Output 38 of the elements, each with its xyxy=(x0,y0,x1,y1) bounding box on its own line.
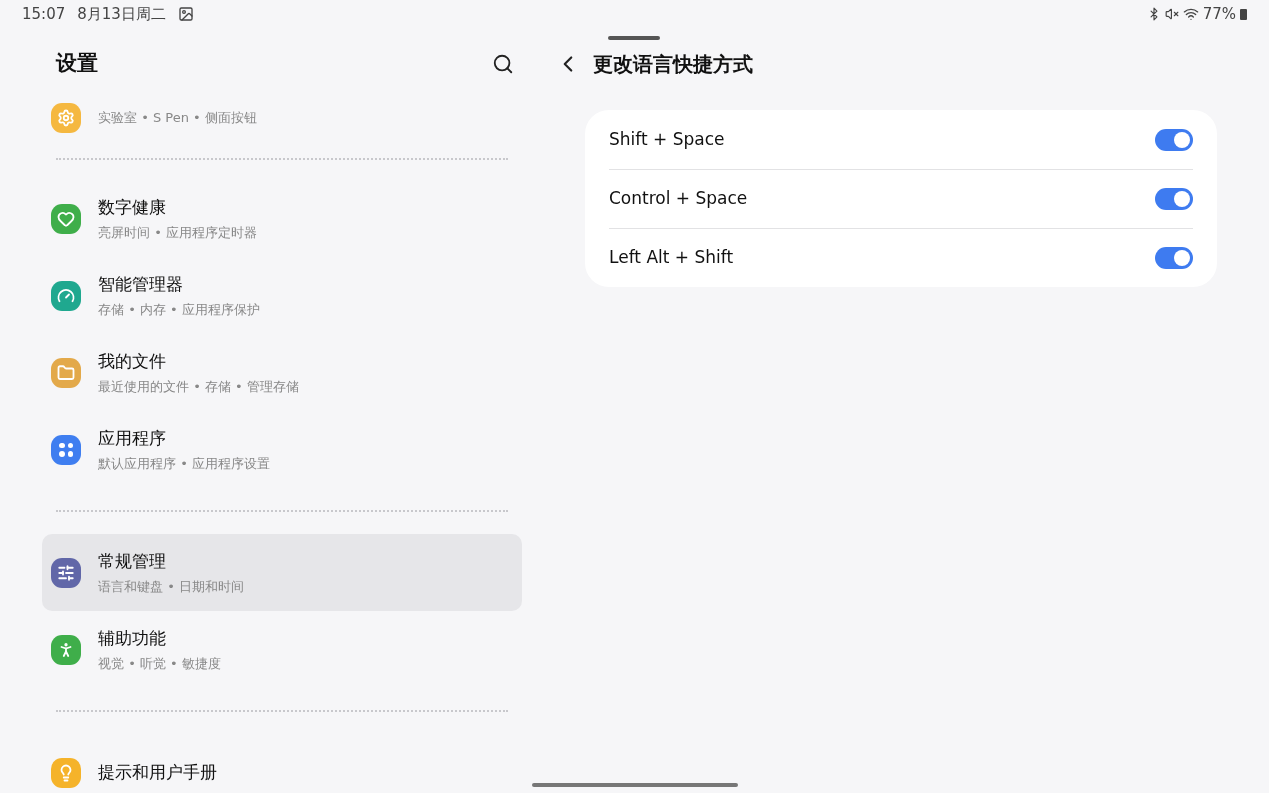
settings-item[interactable]: 常规管理 语言和键盘 • 日期和时间 xyxy=(42,534,522,611)
status-date: 8月13日周二 xyxy=(77,3,166,25)
toggle-switch[interactable] xyxy=(1155,247,1193,269)
item-title: 提示和用户手册 xyxy=(98,760,217,784)
sidebar-title: 设置 xyxy=(56,50,98,78)
item-subtitle: 视觉 • 听觉 • 敏捷度 xyxy=(98,655,221,673)
item-subtitle: 实验室 • S Pen • 侧面按钮 xyxy=(98,109,257,128)
item-title: 应用程序 xyxy=(98,426,167,450)
item-title: 我的文件 xyxy=(98,349,167,373)
shortcut-label: Left Alt + Shift xyxy=(609,246,734,270)
item-subtitle: 语言和键盘 • 日期和时间 xyxy=(98,578,244,596)
item-subtitle: 存储 • 内存 • 应用程序保护 xyxy=(98,301,260,319)
toggle-switch[interactable] xyxy=(1155,188,1193,210)
item-title: 常规管理 xyxy=(98,549,167,573)
item-title: 智能管理器 xyxy=(98,272,184,296)
toggle-switch[interactable] xyxy=(1155,128,1193,151)
wifi-icon xyxy=(1182,6,1199,22)
shortcut-label: Shift + Space xyxy=(609,127,725,151)
drag-handle[interactable] xyxy=(608,36,660,40)
battery-icon xyxy=(1240,8,1247,20)
settings-item[interactable]: 数字健康 亮屏时间 • 应用程序定时器 xyxy=(42,180,522,257)
settings-item[interactable]: 辅助功能 视觉 • 听觉 • 敏捷度 xyxy=(42,611,522,688)
settings-item[interactable]: 提示和用户手册 xyxy=(42,734,522,793)
search-icon[interactable] xyxy=(492,53,514,75)
settings-item[interactable]: 我的文件 最近使用的文件 • 存储 • 管理存储 xyxy=(42,334,522,411)
image-icon xyxy=(177,6,194,22)
item-subtitle: 最近使用的文件 • 存储 • 管理存储 xyxy=(98,378,299,396)
battery-level: 77% xyxy=(1202,3,1236,25)
item-subtitle: 亮屏时间 • 应用程序定时器 xyxy=(98,224,257,242)
page-title: 更改语言快捷方式 xyxy=(593,51,753,78)
status-time: 15:07 xyxy=(22,3,66,25)
settings-item[interactable]: 智能管理器 存储 • 内存 • 应用程序保护 xyxy=(42,257,522,334)
item-title: 数字健康 xyxy=(98,195,167,219)
item-subtitle: 默认应用程序 • 应用程序设置 xyxy=(98,455,270,473)
item-title: 辅助功能 xyxy=(98,626,167,650)
mute-icon xyxy=(1164,7,1179,21)
settings-item[interactable]: 应用程序 默认应用程序 • 应用程序设置 xyxy=(42,411,522,488)
shortcut-label: Control + Space xyxy=(609,187,748,211)
